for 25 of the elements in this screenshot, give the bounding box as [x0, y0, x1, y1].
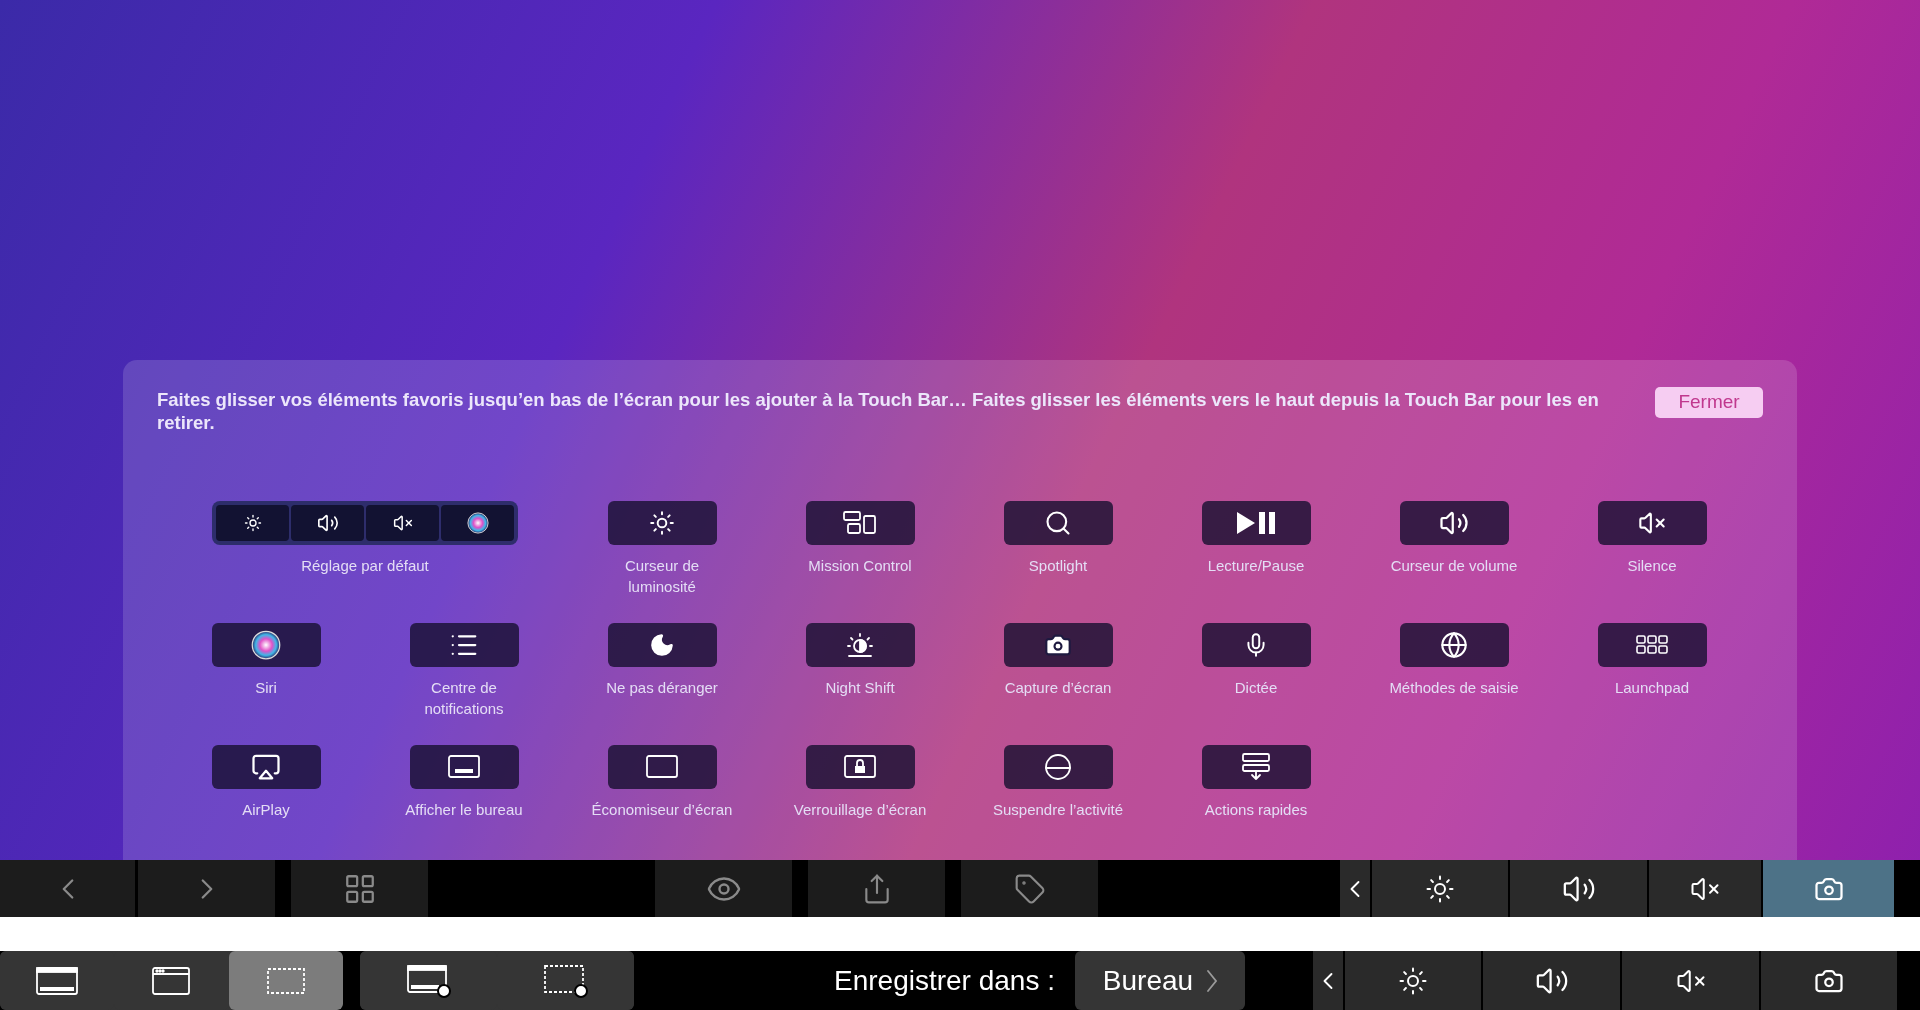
item-label: Ne pas déranger: [606, 678, 718, 698]
item-label: Capture d’écran: [1004, 678, 1112, 698]
item-label: Lecture/Pause: [1207, 556, 1305, 576]
instructions-text: Faites glisser vos éléments favoris jusqu’en bas de l’écran pour les ajouter à la Touch Bar… Faites glisser les éléments vers le haut depuis la Touch Bar pour les en retirer.: [157, 388, 1600, 434]
item-label: Spotlight: [1028, 556, 1088, 576]
item-label: Économiseur d’écran: [591, 800, 733, 820]
item-label: Night Shift: [825, 678, 895, 698]
item-label: Centre de notifications: [424, 678, 504, 719]
item-label: Méthodes de saisie: [1389, 678, 1519, 698]
item-label: Réglage par défaut: [301, 556, 429, 576]
save-location-button[interactable]: Bureau: [1075, 951, 1245, 1010]
item-label: Mission Control: [808, 556, 912, 576]
item-label: Actions rapides: [1204, 800, 1308, 820]
item-label: Siri: [255, 678, 277, 698]
close-button[interactable]: Fermer: [1655, 387, 1763, 418]
item-label: Launchpad: [1614, 678, 1690, 698]
item-label: Curseur de volume: [1390, 556, 1518, 576]
save-to-label: Enregistrer dans :: [834, 963, 1055, 998]
item-label: Verrouillage d’écran: [793, 800, 927, 820]
item-label: Silence: [1627, 556, 1677, 576]
item-label: AirPlay: [242, 800, 290, 820]
item-label: Dictée: [1234, 678, 1278, 698]
item-label: Curseur de luminosité: [624, 556, 700, 597]
item-label: Afficher le bureau: [405, 800, 523, 820]
item-label: Suspendre l’activité: [992, 800, 1124, 820]
